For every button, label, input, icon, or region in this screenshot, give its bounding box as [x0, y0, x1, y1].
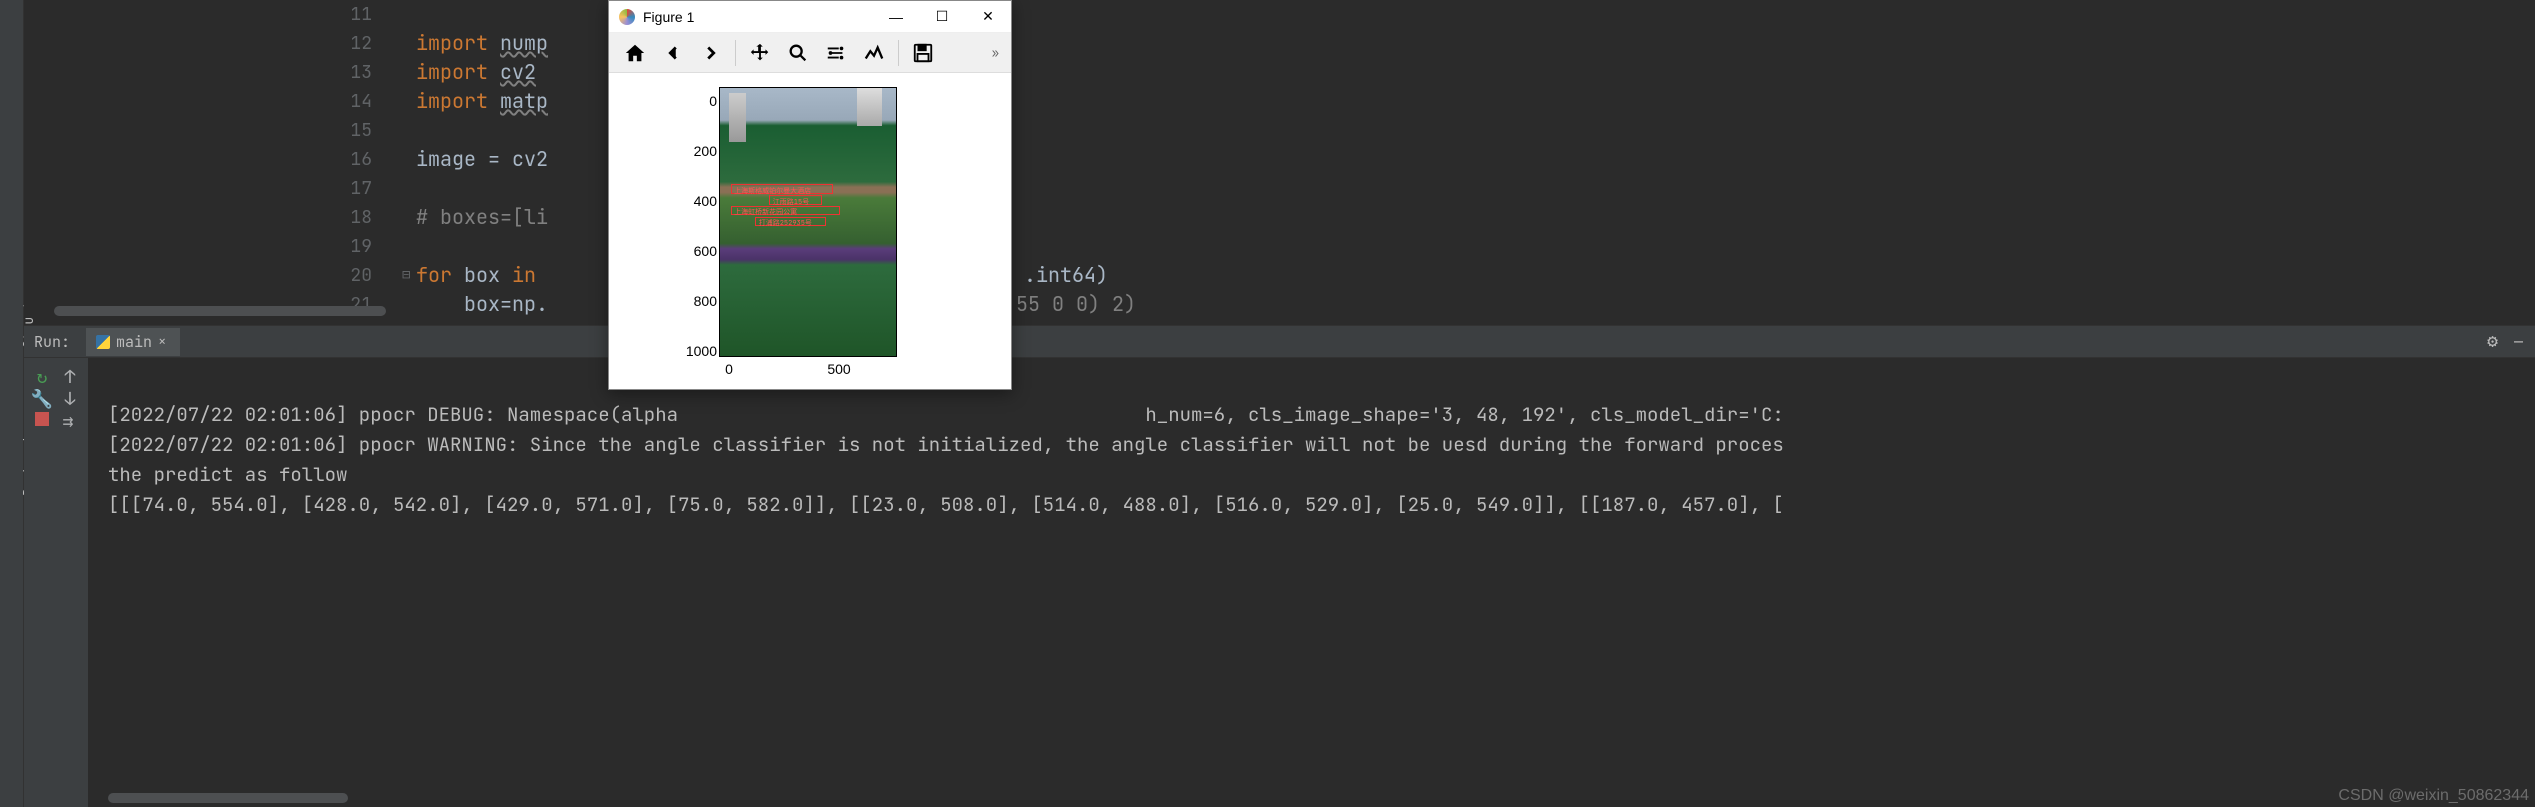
run-title: Run:: [34, 332, 70, 352]
console-line: [[[74.0, 554.0], [428.0, 542.0], [429.0,…: [108, 492, 1784, 517]
keyword: for: [416, 262, 452, 288]
line-number: 16: [326, 145, 394, 174]
code-text: .int64): [1024, 261, 1108, 290]
building-shape: [729, 93, 747, 141]
module-name: nump: [500, 30, 548, 56]
x-tick: 0: [725, 361, 733, 377]
line-number: 12: [326, 29, 394, 58]
building-shape: [857, 88, 882, 126]
code-text: box=np.: [416, 291, 548, 317]
y-tick: 800: [694, 293, 717, 309]
up-arrow-icon[interactable]: ↑: [61, 368, 79, 386]
x-tick: 500: [827, 361, 850, 377]
line-number: 18: [326, 203, 394, 232]
configure-subplots-icon[interactable]: [818, 37, 854, 69]
keyword: import: [416, 88, 488, 114]
save-icon[interactable]: [905, 37, 941, 69]
run-tab-main[interactable]: main ×: [86, 328, 180, 356]
maximize-button[interactable]: ☐: [919, 1, 965, 33]
matplotlib-figure-window: Figure 1 — ☐ ✕ » 0 200 400 600 800 1000: [608, 0, 1012, 390]
stop-icon[interactable]: [35, 412, 49, 426]
y-tick: 600: [694, 243, 717, 259]
figure-canvas[interactable]: 0 200 400 600 800 1000 上海斯格威铂尔曼大酒店 江雨路15…: [609, 73, 1011, 389]
code-text: box: [452, 262, 512, 288]
module-name: cv2: [500, 59, 536, 85]
toolbar-separator: [898, 40, 899, 66]
figure-toolbar: »: [609, 33, 1011, 73]
console-line: the predict as follow: [108, 462, 347, 487]
y-tick: 0: [709, 93, 717, 109]
keyword: in: [512, 262, 536, 288]
hide-icon[interactable]: —: [2514, 332, 2523, 352]
line-number: 13: [326, 58, 394, 87]
toolbar-separator: [735, 40, 736, 66]
comment: # boxes=[li: [416, 204, 548, 230]
figure-titlebar[interactable]: Figure 1 — ☐ ✕: [609, 1, 1011, 33]
home-icon[interactable]: [617, 37, 653, 69]
console-line: [2022/07/22 02:01:06] ppocr WARNING: Sin…: [108, 432, 1784, 457]
code-text: 55 0 0) 2): [1016, 290, 1136, 318]
zoom-icon[interactable]: [780, 37, 816, 69]
module-name: matp: [500, 88, 548, 114]
keyword: import: [416, 30, 488, 56]
console-hscrollbar[interactable]: [108, 793, 348, 803]
ocr-text: 打浦路252935号: [759, 218, 812, 228]
run-tool-window: Run: main × ⚙ — ↻ ↑ 🔧 ↓ ⇉ [2022/07/22 02…: [24, 325, 2535, 807]
y-tick: 200: [694, 143, 717, 159]
minimize-button[interactable]: —: [873, 1, 919, 33]
editor-hscrollbar[interactable]: [54, 306, 386, 316]
y-tick: 400: [694, 193, 717, 209]
pan-icon[interactable]: [742, 37, 778, 69]
console-line: [2022/07/22 02:01:06] ppocr DEBUG: Names…: [108, 402, 1784, 427]
matplotlib-icon: [619, 9, 635, 25]
code-text: image = cv2: [416, 146, 548, 172]
back-icon[interactable]: [655, 37, 691, 69]
python-file-icon: [96, 335, 110, 349]
line-number: 15: [326, 116, 394, 145]
fold-marker-icon[interactable]: ⊟: [402, 261, 410, 290]
run-tab-label: main: [116, 332, 152, 352]
rerun-icon[interactable]: ↻: [33, 368, 51, 386]
ide-left-sidebar: Structure Bookmarks: [0, 0, 24, 807]
forward-icon[interactable]: [693, 37, 729, 69]
line-number: 17: [326, 174, 394, 203]
watermark-text: CSDN @weixin_50862344: [2338, 787, 2529, 805]
editor-area: 11 12 13 14 15 16 17 18 19 20 21 import …: [24, 0, 2535, 318]
edit-axis-icon[interactable]: [856, 37, 892, 69]
keyword: import: [416, 59, 488, 85]
run-header: Run: main × ⚙ —: [24, 326, 2535, 358]
line-number: 20: [326, 261, 394, 290]
close-button[interactable]: ✕: [965, 1, 1011, 33]
down-arrow-icon[interactable]: ↓: [61, 390, 79, 408]
figure-title: Figure 1: [643, 9, 694, 25]
gear-icon[interactable]: ⚙: [2487, 330, 2498, 353]
toolbar-overflow-icon[interactable]: »: [992, 45, 1003, 61]
wrench-icon[interactable]: 🔧: [33, 390, 51, 408]
run-left-toolbar: ↻ ↑ 🔧 ↓ ⇉: [24, 358, 88, 807]
soft-wrap-icon[interactable]: ⇉: [59, 412, 77, 430]
console-output[interactable]: [2022/07/22 02:01:06] ppocr DEBUG: Names…: [88, 358, 2535, 807]
y-tick: 1000: [686, 343, 717, 359]
displayed-image: 上海斯格威铂尔曼大酒店 江雨路15号 上海虹桥新花园公寓 打浦路252935号: [719, 87, 897, 357]
line-number: 11: [326, 0, 394, 29]
line-number-gutter: 11 12 13 14 15 16 17 18 19 20 21: [326, 0, 394, 318]
line-number: 14: [326, 87, 394, 116]
plot-image-area: 上海斯格威铂尔曼大酒店 江雨路15号 上海虹桥新花园公寓 打浦路252935号: [719, 87, 897, 357]
close-icon[interactable]: ×: [158, 333, 166, 351]
editor-gutter-area: 11 12 13 14 15 16 17 18 19 20 21: [24, 0, 394, 318]
line-number: 19: [326, 232, 394, 261]
